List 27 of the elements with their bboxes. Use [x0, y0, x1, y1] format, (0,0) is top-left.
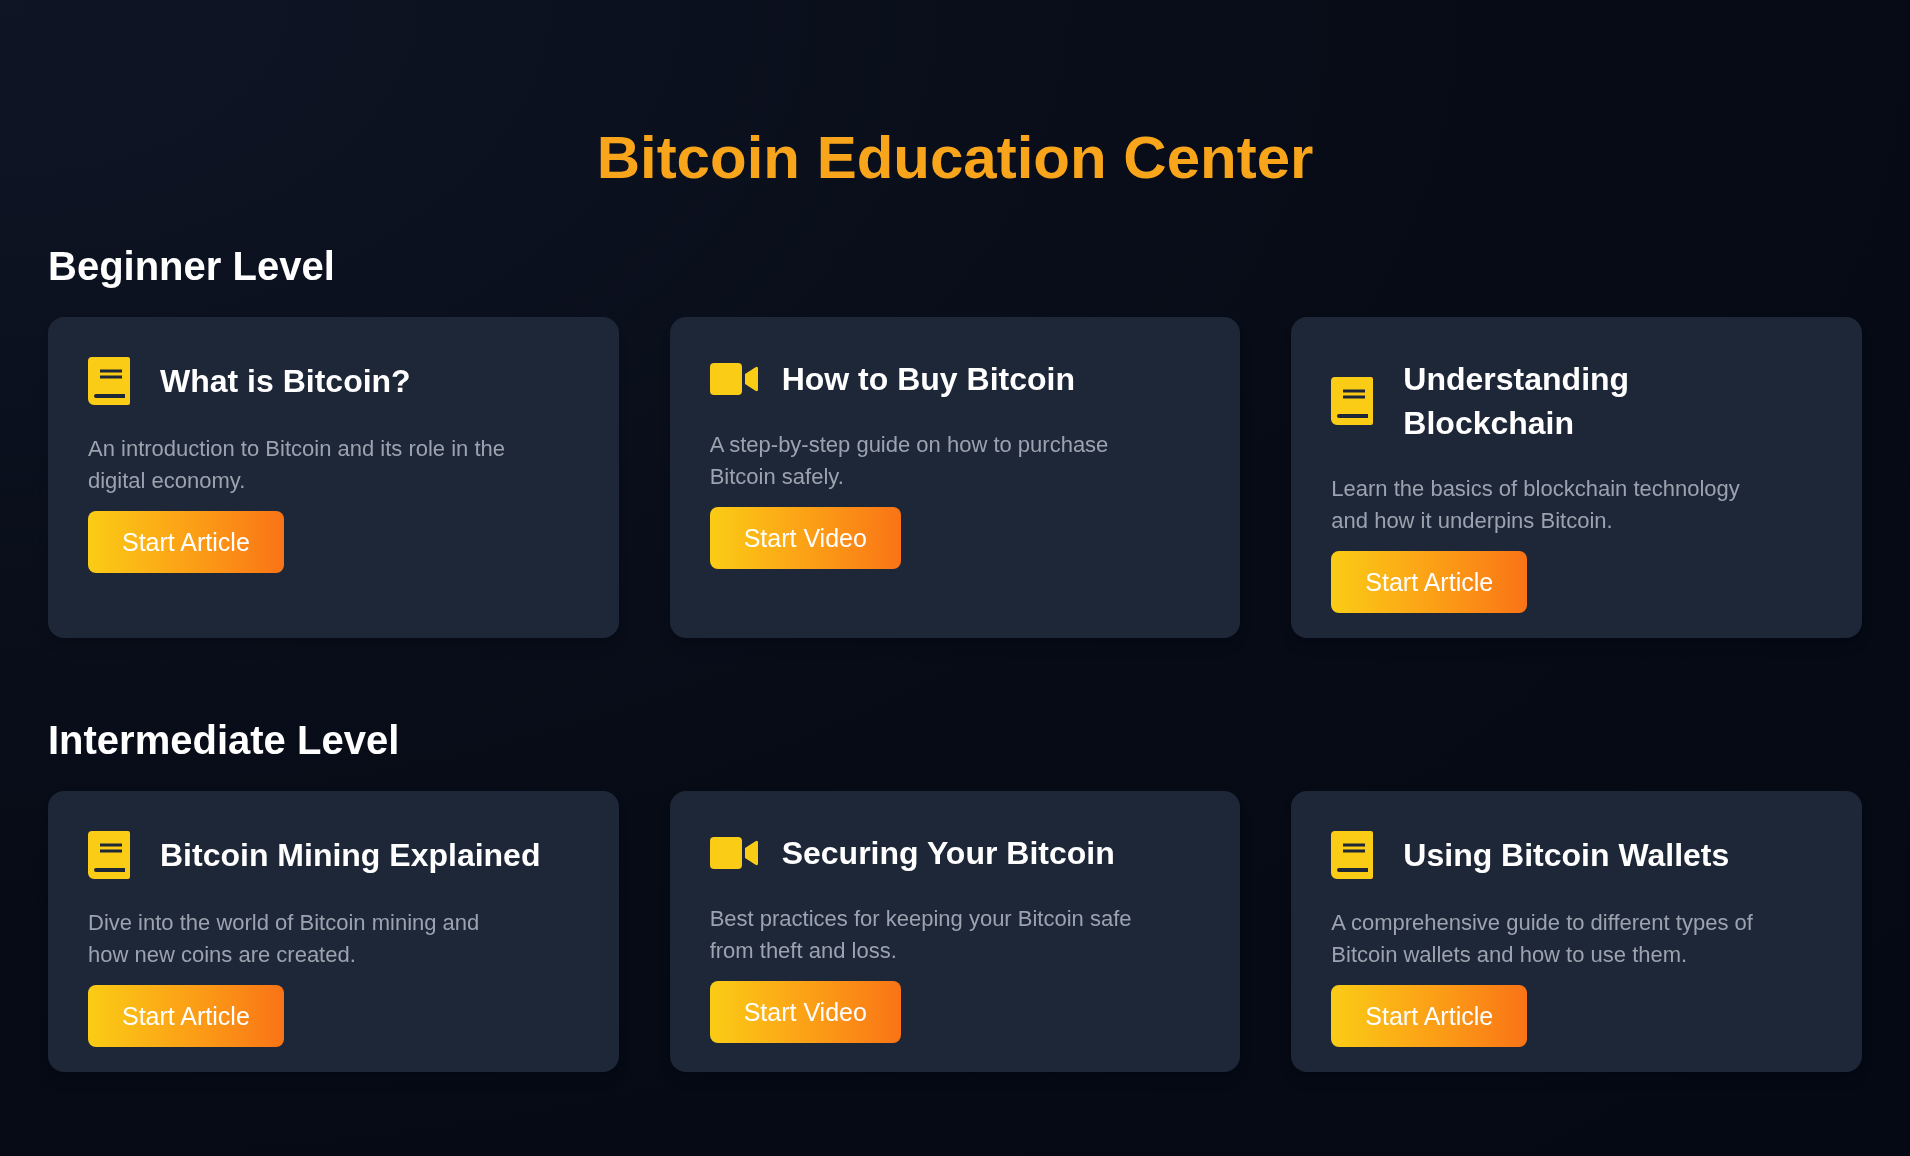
book-icon — [1331, 377, 1374, 425]
section-heading: Beginner Level — [48, 243, 335, 290]
start-button[interactable]: Start Article — [88, 511, 284, 573]
card-title: Using Bitcoin Wallets — [1403, 836, 1730, 875]
section-heading: Intermediate Level — [48, 717, 400, 764]
card-description: Learn the basics of blockchain technology and how it underpins Bitcoin. — [1331, 475, 1741, 535]
card-title: Bitcoin Mining Explained — [160, 836, 541, 875]
card-title: Securing Your Bitcoin — [781, 834, 1115, 873]
card-description: Best practices for keeping your Bitcoin safe from theft and loss. — [709, 905, 1133, 965]
start-button[interactable]: Start Video — [709, 507, 901, 569]
book-icon — [1331, 831, 1374, 879]
card-description: A comprehensive guide to different types of Bitcoin wallets and how to use them. — [1331, 909, 1754, 969]
start-button[interactable]: Start Article — [1331, 551, 1528, 613]
video-camera-icon — [709, 837, 758, 869]
start-button[interactable]: Start Article — [88, 985, 284, 1047]
card-title: How to Buy Bitcoin — [781, 360, 1075, 399]
card-title: Understanding Blockchain — [1403, 360, 1631, 443]
book-icon — [88, 831, 130, 879]
card-description: An introduction to Bitcoin and its role in the digital economy. — [88, 435, 507, 495]
video-camera-icon — [709, 363, 758, 395]
card-description: A step-by-step guide on how to purchase Bitcoin safely. — [709, 431, 1110, 491]
card-description: Dive into the world of Bitcoin mining and how new coins are created. — [88, 909, 481, 969]
book-icon — [88, 357, 130, 405]
page-title: Bitcoin Education Center — [596, 125, 1314, 191]
start-button[interactable]: Start Video — [709, 981, 901, 1043]
start-button[interactable]: Start Article — [1331, 985, 1528, 1047]
card-title: What is Bitcoin? — [160, 362, 411, 401]
